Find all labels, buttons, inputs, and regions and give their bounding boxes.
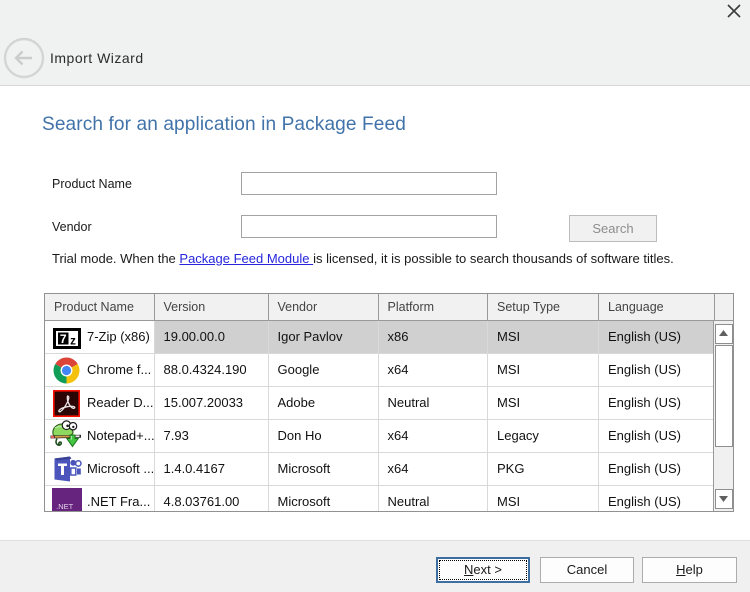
svg-text:7: 7 — [60, 332, 67, 346]
svg-text:.NET: .NET — [56, 502, 74, 511]
svg-text:z: z — [70, 335, 76, 347]
